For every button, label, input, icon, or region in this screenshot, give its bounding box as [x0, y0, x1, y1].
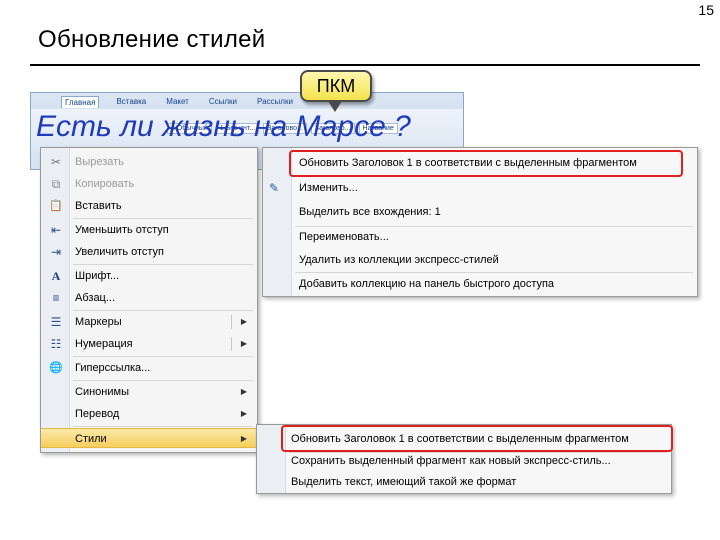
menu-item-label: Вырезать — [75, 156, 124, 168]
submenu-item-label: Выделить текст, имеющий такой же формат — [291, 476, 517, 488]
menu-item-label: Вставить — [75, 200, 122, 212]
callout-text: ПКМ — [316, 76, 356, 96]
submenu-item-label: Сохранить выделенный фрагмент как новый … — [291, 455, 611, 467]
menu-separator — [73, 310, 253, 311]
submenu-item-remove-from-gallery[interactable]: Удалить из коллекции экспресс-стилей — [263, 250, 697, 270]
menu-item-hyperlink[interactable]: 🌐 Гиперссылка... — [41, 358, 257, 378]
submenu-item-label: Добавить коллекцию на панель быстрого до… — [299, 278, 555, 290]
menu-item-label: Уменьшить отступ — [75, 224, 169, 236]
ribbon-tabs: Главная Вставка Макет Ссылки Рассылки — [61, 96, 296, 108]
menu-item-translate[interactable]: Перевод ▶ — [41, 404, 257, 424]
menu-item-cut[interactable]: ✂ Вырезать — [41, 152, 257, 172]
menu-item-synonyms[interactable]: Синонимы ▶ — [41, 382, 257, 402]
menu-separator — [73, 356, 253, 357]
bullets-icon: ☰ — [50, 315, 62, 329]
submenu-divider — [231, 337, 232, 351]
submenu-item-select-same-format[interactable]: Выделить текст, имеющий такой же формат — [257, 472, 671, 492]
menu-item-label: Синонимы — [75, 386, 129, 398]
menu-item-label: Увеличить отступ — [75, 246, 165, 258]
submenu-item-modify[interactable]: ✎ Изменить... — [263, 178, 697, 198]
menu-item-bullets[interactable]: ☰ Маркеры ▶ — [41, 312, 257, 332]
numbering-icon: ☷ — [50, 337, 62, 351]
submenu-item-rename[interactable]: Переименовать... — [263, 227, 697, 247]
menu-item-styles[interactable]: Стили ▶ — [41, 428, 257, 448]
hyperlink-icon: 🌐 — [49, 362, 63, 374]
submenu-item-select-all-instances[interactable]: Выделить все вхождения: 1 — [263, 202, 697, 222]
submenu-item-save-as-quick-style[interactable]: Сохранить выделенный фрагмент как новый … — [257, 451, 671, 471]
page-number: 15 — [698, 2, 714, 18]
menu-item-increase-indent[interactable]: ⇥ Увеличить отступ — [41, 242, 257, 262]
paste-icon: 📋 — [49, 200, 63, 212]
menu-item-paragraph[interactable]: ≡ Абзац... — [41, 288, 257, 308]
menu-item-label: Перевод — [75, 408, 120, 420]
menu-item-font[interactable]: A Шрифт... — [41, 266, 257, 286]
menu-separator — [295, 272, 693, 273]
submenu-item-add-to-quick-access[interactable]: Добавить коллекцию на панель быстрого до… — [263, 274, 697, 294]
highlight-frame — [281, 425, 673, 452]
menu-item-numbering[interactable]: ☷ Нумерация ▶ — [41, 334, 257, 354]
menu-item-label: Нумерация — [75, 338, 133, 350]
style-gallery-submenu: Обновить Заголовок 1 в соответствии с вы… — [262, 147, 698, 297]
right-click-callout: ПКМ — [300, 70, 372, 112]
increase-indent-icon: ⇥ — [50, 245, 62, 259]
highlight-frame — [289, 150, 683, 177]
submenu-item-label: Изменить... — [299, 182, 358, 194]
copy-icon: ⧉ — [51, 177, 61, 191]
chevron-right-icon: ▶ — [240, 317, 247, 326]
menu-separator — [73, 264, 253, 265]
menu-item-label: Гиперссылка... — [75, 362, 151, 374]
submenu-item-label: Переименовать... — [299, 231, 389, 243]
menu-item-label: Копировать — [75, 178, 135, 190]
scissors-icon: ✂ — [50, 155, 62, 169]
chevron-right-icon: ▶ — [240, 409, 247, 418]
submenu-divider — [231, 315, 232, 329]
slide-title: Обновление стилей — [38, 26, 266, 53]
title-rule — [30, 64, 700, 66]
menu-item-paste[interactable]: 📋 Вставить — [41, 196, 257, 216]
menu-item-label: Маркеры — [75, 316, 122, 328]
ribbon-tab-references[interactable]: Ссылки — [206, 96, 240, 108]
decrease-indent-icon: ⇤ — [50, 223, 62, 237]
menu-separator — [73, 380, 253, 381]
ribbon-tab-insert[interactable]: Вставка — [113, 96, 149, 108]
ribbon-tab-layout[interactable]: Макет — [163, 96, 192, 108]
submenu-item-label: Выделить все вхождения: 1 — [299, 206, 441, 218]
menu-item-label: Стили — [75, 433, 107, 445]
menu-separator — [73, 426, 253, 427]
chevron-right-icon: ▶ — [240, 434, 247, 443]
ribbon-tab-mailings[interactable]: Рассылки — [254, 96, 296, 108]
menu-item-copy[interactable]: ⧉ Копировать — [41, 174, 257, 194]
submenu-item-label: Удалить из коллекции экспресс-стилей — [299, 254, 499, 266]
chevron-right-icon: ▶ — [240, 339, 247, 348]
document-heading-text: Есть ли жизнь на Марсе ? — [36, 110, 411, 143]
menu-item-label: Абзац... — [75, 292, 116, 304]
menu-item-label: Шрифт... — [75, 270, 120, 282]
menu-item-decrease-indent[interactable]: ⇤ Уменьшить отступ — [41, 220, 257, 240]
menu-separator — [73, 218, 253, 219]
context-menu: ✂ Вырезать ⧉ Копировать 📋 Вставить ⇤ Уме… — [40, 147, 258, 453]
font-icon: A — [51, 269, 61, 283]
styles-submenu: Обновить Заголовок 1 в соответствии с вы… — [256, 424, 673, 494]
chevron-right-icon: ▶ — [240, 387, 247, 396]
ribbon-tab-home[interactable]: Главная — [61, 96, 100, 108]
modify-style-icon: ✎ — [269, 181, 280, 195]
paragraph-icon: ≡ — [52, 291, 60, 305]
